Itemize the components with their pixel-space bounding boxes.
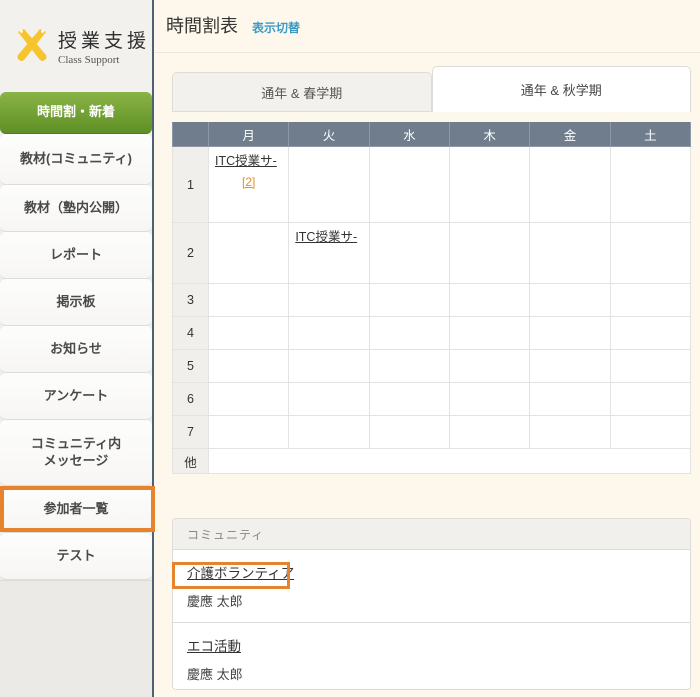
sidebar-item-materials-school[interactable]: 教材（塾内公開） xyxy=(0,185,152,232)
timetable-row-period-4: 4 xyxy=(173,317,691,350)
community-link-care-volunteer[interactable]: 介護ボランティア xyxy=(187,566,294,581)
sidebar-item-label: 教材（塾内公開） xyxy=(24,200,128,216)
sidebar-nav: 時間割・新着 教材(コミュニティ) 教材（塾内公開） レポート 掲示板 お知らせ… xyxy=(0,92,152,580)
cell-sat-1 xyxy=(610,147,690,223)
timetable-header-row: 月 火 水 木 金 土 xyxy=(173,123,691,147)
period-label: 6 xyxy=(173,383,209,416)
tab-label: 通年 & 秋学期 xyxy=(521,80,602,99)
course-link[interactable]: ITC授業サ- xyxy=(295,228,357,247)
day-header-sat: 土 xyxy=(610,123,690,147)
logo-text: 授業支援 Class Support xyxy=(58,26,150,66)
community-panel-header: コミュニティ xyxy=(173,519,690,550)
cell-thu-1 xyxy=(449,147,529,223)
period-label: 1 xyxy=(173,147,209,223)
period-label: 5 xyxy=(173,350,209,383)
tab-fall-semester[interactable]: 通年 & 秋学期 xyxy=(432,66,692,112)
period-label: 3 xyxy=(173,284,209,317)
new-items-count-link[interactable]: [2] xyxy=(242,175,255,189)
community-link-eco-activity[interactable]: エコ活動 xyxy=(187,639,241,654)
timetable-row-period-3: 3 xyxy=(173,284,691,317)
cell-fri-1 xyxy=(530,147,610,223)
timetable-row-period-7: 7 xyxy=(173,416,691,449)
page-header: 時間割表 表示切替 xyxy=(166,12,300,38)
sidebar-item-label: 掲示板 xyxy=(56,294,95,310)
sidebar-item-label: アンケート xyxy=(44,388,108,404)
display-toggle-link[interactable]: 表示切替 xyxy=(252,19,300,36)
sidebar-item-notices[interactable]: お知らせ xyxy=(0,326,152,373)
day-header-tue: 火 xyxy=(289,123,369,147)
timetable-row-period-5: 5 xyxy=(173,350,691,383)
sidebar-item-bulletin-board[interactable]: 掲示板 xyxy=(0,279,152,326)
sidebar-item-label: コミュニティ内メッセージ xyxy=(31,436,121,469)
timetable: 月 火 水 木 金 土 1 ITC授業サ- [2] 2 ITC授業サ- xyxy=(172,122,691,474)
sidebar-item-label: テスト xyxy=(56,548,95,564)
cell-sat-2 xyxy=(610,223,690,284)
sidebar-item-report[interactable]: レポート xyxy=(0,232,152,279)
sidebar-item-label: 時間割・新着 xyxy=(37,104,115,120)
tab-label: 通年 & 春学期 xyxy=(261,83,342,102)
sidebar-item-participants-list[interactable]: 参加者一覧 xyxy=(0,486,152,533)
cell-mon-2 xyxy=(209,223,289,284)
sidebar-item-timetable-new[interactable]: 時間割・新着 xyxy=(0,92,152,134)
logo-title: 授業支援 xyxy=(58,26,150,53)
cell-mon-1: ITC授業サ- [2] xyxy=(209,147,289,223)
cell-fri-2 xyxy=(530,223,610,284)
timetable-row-other: 他 xyxy=(173,449,691,474)
day-header-fri: 金 xyxy=(530,123,610,147)
course-badge: [2] xyxy=(209,175,288,189)
page-title: 時間割表 xyxy=(166,12,238,38)
cell-thu-2 xyxy=(449,223,529,284)
sidebar-item-community-messages[interactable]: コミュニティ内メッセージ xyxy=(0,420,152,486)
cell-other xyxy=(209,449,691,474)
sidebar-item-label: お知らせ xyxy=(50,341,102,357)
sidebar-item-test[interactable]: テスト xyxy=(0,533,152,580)
community-owner-name: 慶應 太郎 xyxy=(187,664,676,683)
header-divider xyxy=(154,52,700,53)
sidebar-footer xyxy=(0,580,152,697)
community-owner-name: 慶應 太郎 xyxy=(187,591,676,610)
day-header-thu: 木 xyxy=(449,123,529,147)
timetable-row-period-1: 1 ITC授業サ- [2] xyxy=(173,147,691,223)
sidebar-item-label: 教材(コミュニティ) xyxy=(20,151,132,167)
timetable-row-period-2: 2 ITC授業サ- xyxy=(173,223,691,284)
page: { "app": { "logo_title": "授業支援", "logo_s… xyxy=(0,0,700,697)
logo-subtitle: Class Support xyxy=(58,54,150,66)
sidebar-item-label: 参加者一覧 xyxy=(43,501,108,517)
period-label: 4 xyxy=(173,317,209,350)
community-list-item: エコ活動 慶應 太郎 xyxy=(173,622,690,690)
community-list-item: 介護ボランティア 慶應 太郎 xyxy=(173,550,690,622)
cell-wed-2 xyxy=(369,223,449,284)
semester-tabs: 通年 & 春学期 通年 & 秋学期 xyxy=(172,66,691,112)
corner-header-cell xyxy=(173,123,209,147)
main-content: 時間割表 表示切替 通年 & 春学期 通年 & 秋学期 月 火 水 木 金 土 … xyxy=(154,0,700,697)
community-panel: コミュニティ 介護ボランティア 慶應 太郎 エコ活動 慶應 太郎 xyxy=(172,518,691,690)
sidebar-item-materials-community[interactable]: 教材(コミュニティ) xyxy=(0,134,152,185)
app-logo: 授業支援 Class Support xyxy=(0,0,152,92)
cell-tue-1 xyxy=(289,147,369,223)
sidebar-item-survey[interactable]: アンケート xyxy=(0,373,152,420)
cell-wed-1 xyxy=(369,147,449,223)
sidebar: 授業支援 Class Support 時間割・新着 教材(コミュニティ) 教材（… xyxy=(0,0,154,697)
day-header-mon: 月 xyxy=(209,123,289,147)
period-label: 7 xyxy=(173,416,209,449)
course-link[interactable]: ITC授業サ- xyxy=(215,152,277,171)
period-label: 2 xyxy=(173,223,209,284)
period-label: 他 xyxy=(173,449,209,474)
cell-tue-2: ITC授業サ- xyxy=(289,223,369,284)
crossed-pens-logo-icon xyxy=(10,24,54,68)
timetable-row-period-6: 6 xyxy=(173,383,691,416)
tab-spring-semester[interactable]: 通年 & 春学期 xyxy=(172,72,432,112)
sidebar-item-label: レポート xyxy=(50,247,102,263)
day-header-wed: 水 xyxy=(369,123,449,147)
